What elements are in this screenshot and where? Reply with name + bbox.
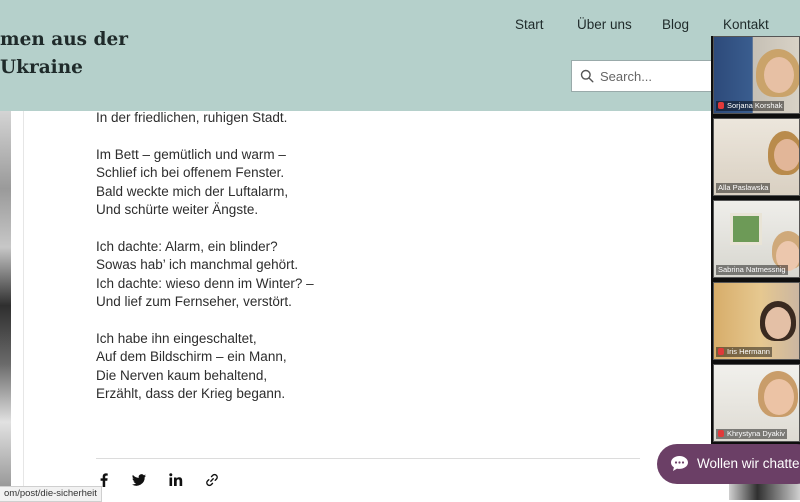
participant-tile[interactable]: Khrystyna Dyakiv xyxy=(713,364,800,442)
poem-line: Auf dem Bildschirm – ein Mann, xyxy=(96,349,287,364)
microphone-muted-icon xyxy=(718,348,724,355)
microphone-muted-icon xyxy=(718,430,724,437)
search-box[interactable] xyxy=(571,60,711,92)
site-header: men aus der Ukraine Start Über uns Blog … xyxy=(0,0,800,111)
content-divider xyxy=(96,458,640,459)
twitter-icon[interactable] xyxy=(131,472,147,488)
participant-tile[interactable]: Sabrina Natmessnig xyxy=(713,200,800,278)
poem-line: Die Nerven kaum behaltend, xyxy=(96,367,268,383)
participant-name: Alla Paslawska xyxy=(716,183,771,193)
poem-text: In der friedlichen, ruhigen Stadt. Im Be… xyxy=(96,109,636,404)
link-icon[interactable] xyxy=(204,472,220,488)
poem-line: Ich dachte: wieso denn im Winter? – xyxy=(96,275,314,291)
poem-line: Sowas hab’ ich manchmal gehört. xyxy=(96,257,299,272)
chat-label: Wollen wir chatten? xyxy=(697,456,800,471)
nav-item-start[interactable]: Start xyxy=(515,17,544,32)
chat-bubble-icon xyxy=(671,456,688,471)
site-title-line-2: Ukraine xyxy=(0,57,83,78)
search-input[interactable] xyxy=(600,67,705,85)
poem-line: Erzählt, dass der Krieg begann. xyxy=(96,386,286,401)
poem-line: Schlief ich bei offenem Fenster. xyxy=(96,165,285,180)
participant-tile[interactable]: Sorjana Korshak xyxy=(713,36,800,114)
search-icon xyxy=(580,69,594,83)
poem-line: Bald weckte mich der Luftalarm, xyxy=(96,183,289,199)
participant-name: Khrystyna Dyakiv xyxy=(716,429,787,439)
poem-line: Ich dachte: Alarm, ein blinder? xyxy=(96,238,278,254)
content-border xyxy=(23,111,24,500)
video-call-panel: Sorjana Korshak Alla Paslawska Sabrina N… xyxy=(711,36,800,449)
main-nav: Start Über uns Blog Kontakt xyxy=(0,17,800,37)
nav-item-ueber-uns[interactable]: Über uns xyxy=(577,17,632,32)
linkedin-icon[interactable] xyxy=(168,472,184,488)
participant-name: Sabrina Natmessnig xyxy=(716,265,788,275)
participant-name: Sorjana Korshak xyxy=(716,101,785,111)
poem-line: In der friedlichen, ruhigen Stadt. xyxy=(96,110,288,125)
poem-line: Ich habe ihn eingeschaltet, xyxy=(96,330,257,346)
participant-tile[interactable]: Alla Paslawska xyxy=(713,118,800,196)
background-photo-strip xyxy=(0,111,11,500)
participant-name: Iris Hermann xyxy=(716,347,772,357)
chat-button[interactable]: Wollen wir chatten? xyxy=(657,444,800,484)
poem-line: Im Bett – gemütlich und warm – xyxy=(96,146,286,162)
nav-item-blog[interactable]: Blog xyxy=(662,17,689,32)
participant-tile[interactable]: Iris Hermann xyxy=(713,282,800,360)
poem-line: Und schürte weiter Ängste. xyxy=(96,202,259,217)
microphone-muted-icon xyxy=(718,102,724,109)
poem-line: Und lief zum Fernseher, verstört. xyxy=(96,294,292,309)
nav-item-kontakt[interactable]: Kontakt xyxy=(723,17,769,32)
